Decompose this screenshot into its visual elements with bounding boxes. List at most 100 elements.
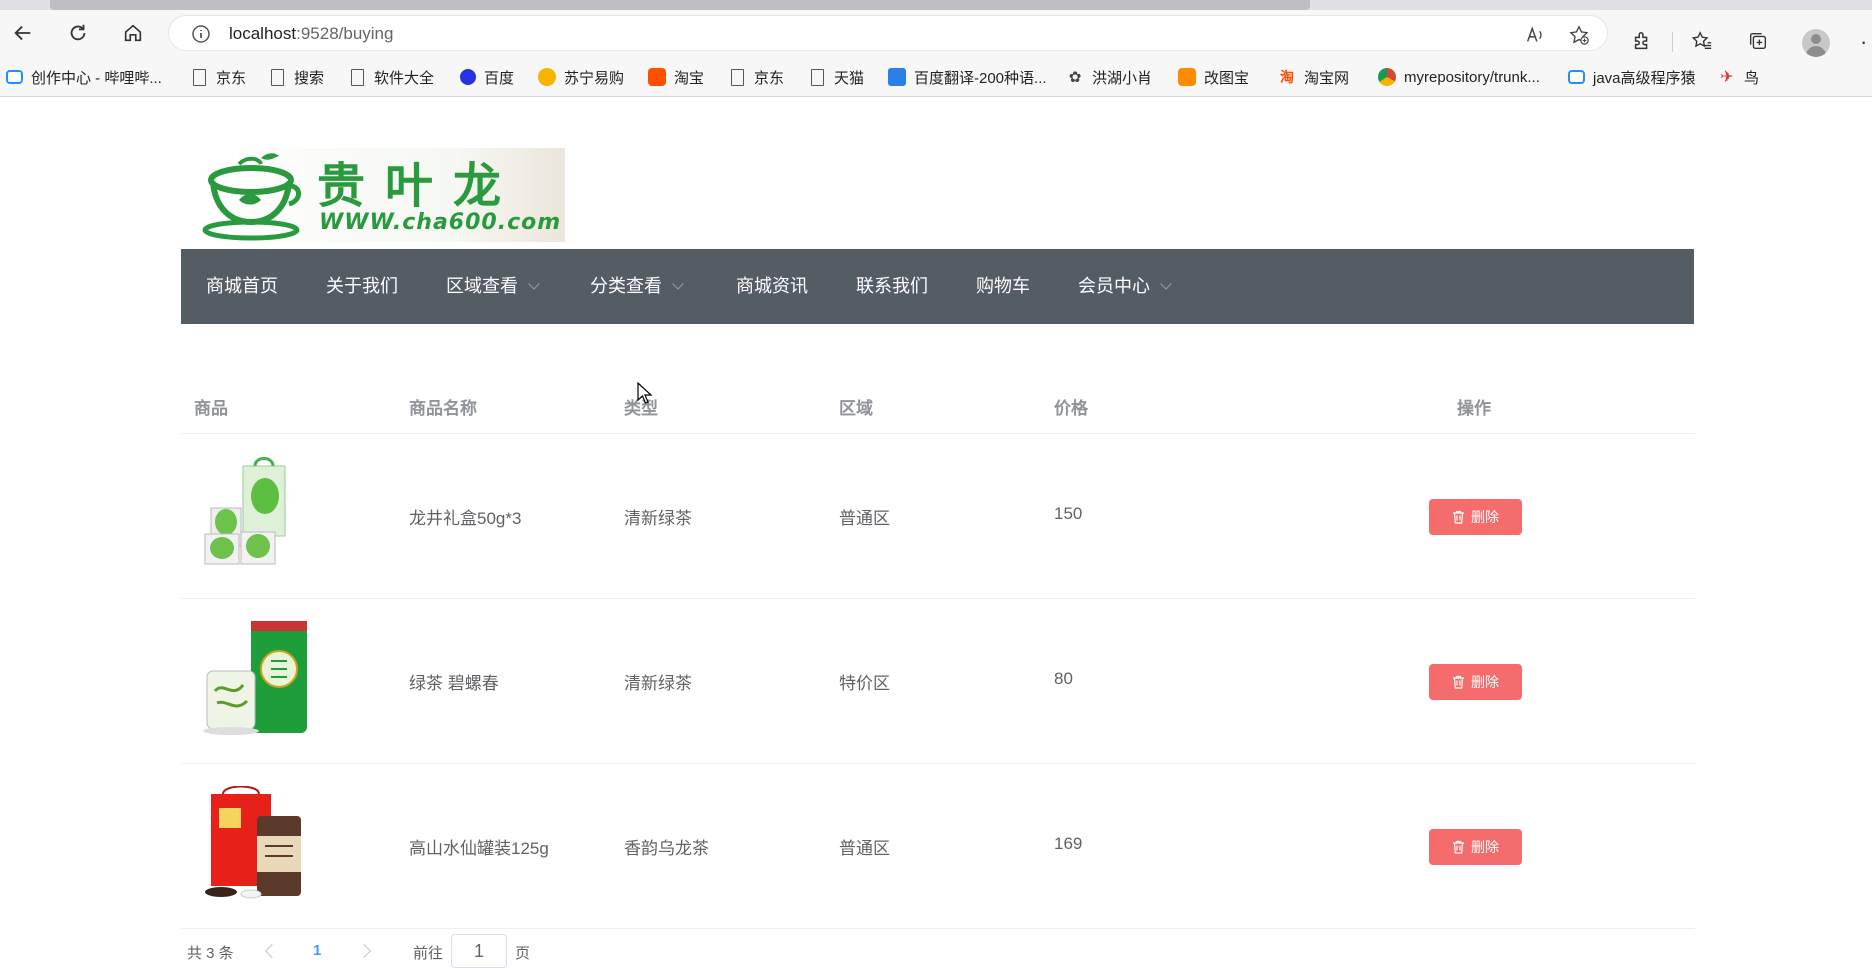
site-info-icon[interactable] [191,24,211,44]
bookmark-item[interactable]: 百度翻译-200种语... [888,66,1047,88]
bookmark-label: 京东 [754,69,785,87]
delete-button[interactable]: 删除 [1429,499,1522,535]
product-type: 清新绿茶 [624,674,692,693]
back-button[interactable] [6,18,40,48]
table-row: 龙井礼盒50g*3 清新绿茶 普通区 150 删除 [181,434,1695,599]
site-logo[interactable]: 贵叶龙 WWW.cha600.com [195,148,565,242]
bookmark-label: 百度翻译-200种语... [914,69,1047,87]
bookmark-label: 淘宝网 [1304,69,1350,87]
product-image[interactable] [193,456,318,576]
product-region: 普通区 [839,839,890,858]
toolbar-divider [1672,32,1673,52]
page-icon [271,68,284,86]
bilibili-icon [6,70,23,84]
product-image[interactable] [193,621,318,741]
bookmark-item[interactable]: ✈ 鸟 [1718,66,1759,88]
bookmark-item[interactable]: java高级程序猿 [1568,66,1696,88]
bookmark-item[interactable]: 搜索 [268,66,324,88]
bookmark-item[interactable]: 淘淘宝网 [1278,66,1349,88]
page-number-current[interactable]: 1 [313,942,321,959]
page-jump-input[interactable] [451,934,507,968]
favorites-icon [1691,31,1712,50]
bookmark-label: 洪湖小肖 [1092,69,1153,87]
suning-icon [538,68,556,86]
bookmark-label: 搜索 [294,69,325,87]
extensions-button[interactable] [1628,27,1656,55]
bookmark-item[interactable]: 京东 [190,66,246,88]
bookmark-item[interactable]: 苏宁易购 [538,66,624,88]
trash-icon [1453,510,1464,524]
bookmark-label: 创作中心 - 哔哩哔... [31,69,162,87]
next-page-icon[interactable] [356,943,372,959]
delete-button[interactable]: 删除 [1429,664,1522,700]
bookmark-label: java高级程序猿 [1593,69,1696,87]
goto-suffix: 页 [515,945,531,962]
delete-button[interactable]: 删除 [1429,829,1522,865]
menu-label: 联系我们 [856,276,928,296]
baidu-icon [460,69,476,85]
product-name: 高山水仙罐装125g [409,839,549,858]
bookmark-item[interactable]: 创作中心 - 哔哩哔... [6,66,162,88]
menu-item-home[interactable]: 商城首页 [206,249,278,324]
address-bar[interactable]: localhost:9528/buying [168,15,1608,51]
bookmark-item[interactable]: myrepository/trunk... [1378,66,1540,88]
menu-item-about[interactable]: 关于我们 [326,249,398,324]
bookmark-label: 淘宝 [674,69,705,87]
home-button[interactable] [116,18,150,48]
favorites-button[interactable] [1688,27,1716,55]
column-header-price: 价格 [1054,399,1088,418]
bookmark-item[interactable]: 天猫 [808,66,864,88]
goto-prefix: 前往 [413,945,444,962]
product-type: 香韵乌龙茶 [624,839,709,858]
bookmark-item[interactable]: 软件大全 [348,66,434,88]
bookmark-item[interactable]: 淘宝 [648,66,704,88]
collections-button[interactable] [1744,27,1772,55]
prev-page-icon[interactable] [264,943,280,959]
more-menu-icon[interactable]: · [1860,31,1867,53]
add-favorite-button[interactable] [1567,23,1591,47]
taobao-web-icon: 淘 [1280,69,1294,85]
bookmark-item[interactable]: 京东 [728,66,784,88]
bilibili-icon [1568,70,1585,84]
menu-item-news[interactable]: 商城资讯 [736,249,808,324]
baidu-translate-icon [888,68,906,86]
back-arrow-icon [14,25,31,41]
product-region: 特价区 [839,674,890,693]
menu-item-region[interactable]: 区域查看 [446,249,540,324]
table-row: 高山水仙罐装125g 香韵乌龙茶 普通区 169 删除 [181,764,1695,929]
bookmark-item[interactable]: 改图宝 [1178,66,1249,88]
gaitubao-icon [1178,68,1196,86]
table-header: 商品 商品名称 类型 区域 价格 操作 [181,370,1695,434]
menu-label: 购物车 [976,276,1030,296]
trash-icon [1453,840,1464,854]
bookmark-label: 天猫 [834,69,865,87]
column-header-region: 区域 [839,399,873,418]
bird-icon: ✈ [1720,69,1734,86]
bookmark-label: 软件大全 [374,69,435,87]
chrome-icon [1378,68,1396,86]
menu-item-category[interactable]: 分类查看 [590,249,684,324]
url-text[interactable]: localhost:9528/buying [229,24,393,44]
bookmark-label: 百度 [484,69,515,87]
menu-item-member[interactable]: 会员中心 [1078,249,1172,324]
profile-avatar[interactable] [1802,29,1830,57]
menu-item-cart[interactable]: 购物车 [976,249,1030,324]
read-aloud-button[interactable] [1523,23,1547,47]
active-tab[interactable] [50,0,1310,10]
main-nav-menu: 商城首页 关于我们 区域查看 分类查看 商城资讯 联系我们 购物车 会员中心 [181,249,1694,324]
product-name: 龙井礼盒50g*3 [409,509,522,528]
bookmark-label: 鸟 [1744,69,1760,87]
delete-label: 删除 [1471,839,1499,855]
bookmark-item[interactable]: 百度 [460,66,514,88]
brand-site: WWW.cha600.com [319,210,562,235]
product-image[interactable] [193,786,318,906]
column-header-product: 商品 [194,399,228,418]
bookmark-item[interactable]: ✿ 洪湖小肖 [1066,66,1152,88]
star-add-icon [1569,25,1589,45]
mouse-cursor-icon [637,382,653,404]
puzzle-icon [1634,32,1648,50]
product-region: 普通区 [839,509,890,528]
reload-button[interactable] [61,18,95,48]
menu-item-contact[interactable]: 联系我们 [856,249,928,324]
delete-label: 删除 [1471,509,1499,525]
